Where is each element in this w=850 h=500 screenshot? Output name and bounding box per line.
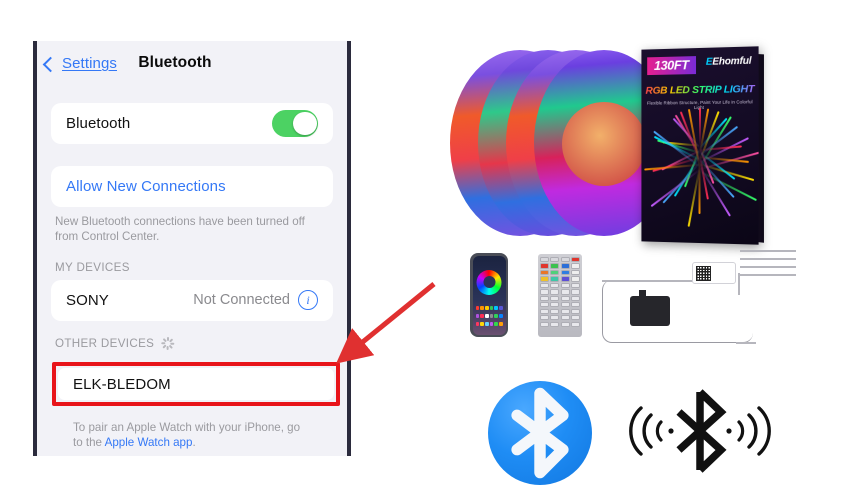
bluetooth-signal-icon bbox=[629, 389, 771, 473]
cable-lead bbox=[602, 280, 694, 282]
bluetooth-settings-panel: Settings Bluetooth Bluetooth Allow New C… bbox=[33, 41, 351, 456]
my-devices-header: MY DEVICES bbox=[55, 261, 329, 274]
led-strip-reels bbox=[450, 50, 674, 240]
swatch-row bbox=[475, 305, 503, 310]
length-badge: 130FT bbox=[647, 56, 696, 76]
reel-hub bbox=[562, 102, 646, 186]
device-row-right: Not Connected i bbox=[193, 290, 318, 311]
bluetooth-row-label: Bluetooth bbox=[66, 115, 131, 132]
qr-code-icon bbox=[696, 266, 711, 281]
page-title: Bluetooth bbox=[138, 54, 212, 71]
bluetooth-rune-icon bbox=[511, 387, 569, 479]
product-box-title: RGB LED STRIP LIGHT bbox=[641, 83, 758, 97]
bluetooth-row[interactable]: Bluetooth bbox=[51, 103, 333, 144]
brand-name: Ehomful bbox=[712, 55, 752, 68]
ir-remote bbox=[538, 254, 582, 337]
other-devices-header-label: OTHER DEVICES bbox=[55, 336, 155, 350]
product-box: 130FT EEhomful RGB LED STRIP LIGHT Flexi… bbox=[641, 46, 759, 245]
splitter-branch bbox=[740, 274, 796, 276]
my-devices-header-label: MY DEVICES bbox=[55, 260, 130, 274]
brand-logo: EEhomful bbox=[706, 56, 752, 68]
color-wheel-icon bbox=[476, 269, 502, 295]
cable-lead bbox=[736, 342, 756, 344]
other-devices-header: OTHER DEVICES bbox=[55, 336, 329, 350]
swatch-row bbox=[475, 313, 503, 318]
bluetooth-toggle-switch[interactable] bbox=[272, 110, 318, 137]
app-screen bbox=[472, 255, 506, 335]
power-adapter bbox=[630, 290, 670, 326]
allow-connections-footnote: New Bluetooth connections have been turn… bbox=[55, 215, 305, 244]
info-circle-icon[interactable]: i bbox=[298, 290, 318, 311]
bluetooth-logo-circle bbox=[488, 381, 592, 485]
elk-bledom-highlight-box bbox=[52, 362, 340, 406]
my-devices-group: SONY Not Connected i bbox=[51, 279, 333, 321]
allow-new-connections-row[interactable]: Allow New Connections bbox=[51, 166, 333, 207]
splitter-branch bbox=[740, 266, 796, 268]
device-row-sony[interactable]: SONY Not Connected i bbox=[51, 280, 333, 321]
swatch-row bbox=[475, 321, 503, 326]
device-name: SONY bbox=[66, 291, 109, 309]
activity-spinner-icon bbox=[161, 336, 175, 350]
navigation-bar: Settings Bluetooth bbox=[37, 41, 347, 91]
splitter-branch bbox=[740, 250, 796, 252]
device-status: Not Connected bbox=[193, 292, 290, 309]
accessories-row bbox=[452, 248, 832, 368]
apple-watch-footnote: To pair an Apple Watch with your iPhone,… bbox=[73, 420, 311, 451]
power-cable bbox=[602, 280, 753, 343]
smartphone-app bbox=[470, 253, 508, 337]
allow-new-connections-group: Allow New Connections bbox=[51, 166, 333, 207]
splitter-branch bbox=[740, 258, 796, 260]
allow-new-connections-label: Allow New Connections bbox=[66, 178, 226, 195]
apple-watch-app-link[interactable]: Apple Watch app bbox=[105, 436, 193, 449]
apple-watch-footnote-period: . bbox=[192, 436, 196, 450]
splitter-trunk bbox=[738, 273, 740, 295]
toggle-knob bbox=[293, 111, 317, 136]
bluetooth-toggle-group: Bluetooth bbox=[51, 103, 333, 144]
product-image: 130FT EEhomful RGB LED STRIP LIGHT Flexi… bbox=[440, 40, 840, 380]
controller-box bbox=[692, 262, 736, 284]
